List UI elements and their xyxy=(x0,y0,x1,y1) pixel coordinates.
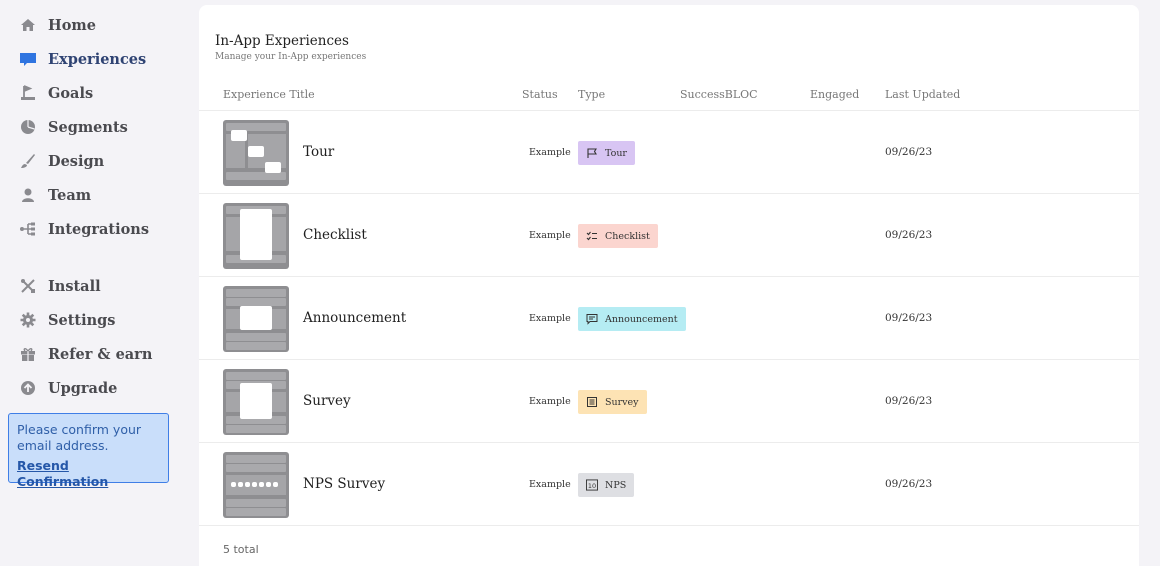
svg-text:10: 10 xyxy=(588,482,596,490)
sidebar-item-label: Home xyxy=(48,16,96,34)
sidebar-item-label: Experiences xyxy=(48,50,147,68)
row-title[interactable]: Announcement xyxy=(303,310,406,326)
column-header-engaged[interactable]: Engaged xyxy=(810,88,859,101)
tour-thumbnail xyxy=(223,120,289,186)
status-badge: Example xyxy=(529,479,571,490)
column-header-title[interactable]: Experience Title xyxy=(223,88,315,101)
type-badge: Announcement xyxy=(578,307,686,331)
upgrade-arrow-icon xyxy=(18,378,38,398)
sidebar-item-home[interactable]: Home xyxy=(18,12,96,38)
sidebar-item-label: Settings xyxy=(48,311,116,329)
sidebar-item-upgrade[interactable]: Upgrade xyxy=(18,375,117,401)
announcement-thumbnail xyxy=(223,286,289,352)
sidebar-item-label: Integrations xyxy=(48,220,150,238)
sidebar-item-label: Refer & earn xyxy=(48,345,153,363)
type-badge: 10 NPS xyxy=(578,473,635,497)
brush-icon xyxy=(18,151,38,171)
row-title[interactable]: Tour xyxy=(303,144,334,160)
pie-chart-icon xyxy=(18,117,38,137)
checklist-icon xyxy=(586,230,598,242)
status-badge: Example xyxy=(529,147,571,158)
type-badge: Survey xyxy=(578,390,647,414)
sidebar-item-segments[interactable]: Segments xyxy=(18,114,128,140)
email-confirmation-notice: Please confirm your email address. Resen… xyxy=(8,413,169,489)
total-count: 5 total xyxy=(223,543,259,556)
table-row[interactable]: Checklist Example Checklist 09/26/23 xyxy=(199,193,1139,276)
sidebar-item-label: Install xyxy=(48,277,101,295)
nps-icon: 10 xyxy=(586,479,598,491)
table-row[interactable]: Announcement Example Announcement 09/26/… xyxy=(199,276,1139,359)
column-header-type[interactable]: Type xyxy=(578,88,605,101)
last-updated: 09/26/23 xyxy=(885,395,933,407)
sidebar-item-design[interactable]: Design xyxy=(18,148,104,174)
page-title: In-App Experiences xyxy=(215,33,349,49)
checklist-thumbnail xyxy=(223,203,289,269)
type-label: Survey xyxy=(605,396,639,408)
type-label: Tour xyxy=(605,147,627,159)
goal-flag-icon xyxy=(18,83,38,103)
chat-bubble-icon xyxy=(18,49,38,69)
type-badge: Tour xyxy=(578,141,635,165)
table-row[interactable]: Tour Example Tour 09/26/23 xyxy=(199,110,1139,193)
type-badge: Checklist xyxy=(578,224,658,248)
survey-icon xyxy=(586,396,598,408)
status-badge: Example xyxy=(529,396,571,407)
table-divider xyxy=(199,525,1139,526)
page-subtitle: Manage your In-App experiences xyxy=(215,52,367,62)
sidebar-item-label: Goals xyxy=(48,84,94,102)
type-label: NPS xyxy=(605,479,627,491)
type-label: Checklist xyxy=(605,230,650,242)
type-label: Announcement xyxy=(605,313,678,325)
sidebar: Home Experiences Goals Segments Design T… xyxy=(0,0,190,566)
row-title[interactable]: Survey xyxy=(303,393,351,409)
resend-confirmation-link[interactable]: Resend Confirmation xyxy=(17,458,160,490)
sidebar-item-label: Design xyxy=(48,152,105,170)
survey-thumbnail xyxy=(223,369,289,435)
column-header-status[interactable]: Status xyxy=(522,88,558,101)
sidebar-item-settings[interactable]: Settings xyxy=(18,307,115,333)
experiences-card: In-App Experiences Manage your In-App ex… xyxy=(199,5,1139,566)
sidebar-item-team[interactable]: Team xyxy=(18,182,91,208)
flag-icon xyxy=(586,147,598,159)
nps-survey-thumbnail xyxy=(223,452,289,518)
status-badge: Example xyxy=(529,230,571,241)
sidebar-item-install[interactable]: Install xyxy=(18,273,101,299)
gift-icon xyxy=(18,344,38,364)
home-icon xyxy=(18,15,38,35)
sidebar-item-integrations[interactable]: Integrations xyxy=(18,216,149,242)
table-row[interactable]: Survey Example Survey 09/26/23 xyxy=(199,359,1139,442)
last-updated: 09/26/23 xyxy=(885,478,933,490)
notice-text: Please confirm your email address. xyxy=(17,422,142,453)
tools-icon xyxy=(18,276,38,296)
last-updated: 09/26/23 xyxy=(885,312,933,324)
last-updated: 09/26/23 xyxy=(885,146,933,158)
last-updated: 09/26/23 xyxy=(885,229,933,241)
table-row[interactable]: NPS Survey Example 10 NPS 09/26/23 xyxy=(199,442,1139,525)
row-title[interactable]: NPS Survey xyxy=(303,476,385,492)
sidebar-item-goals[interactable]: Goals xyxy=(18,80,93,106)
status-badge: Example xyxy=(529,313,571,324)
column-header-last-updated[interactable]: Last Updated xyxy=(885,88,960,101)
user-icon xyxy=(18,185,38,205)
sidebar-item-label: Team xyxy=(48,186,92,204)
sidebar-item-refer[interactable]: Refer & earn xyxy=(18,341,152,367)
column-header-successbloc[interactable]: SuccessBLOC xyxy=(680,88,758,101)
integrations-icon xyxy=(18,219,38,239)
message-icon xyxy=(586,313,598,325)
sidebar-item-label: Upgrade xyxy=(48,379,118,397)
row-title[interactable]: Checklist xyxy=(303,227,367,243)
gear-icon xyxy=(18,310,38,330)
sidebar-item-label: Segments xyxy=(48,118,128,136)
sidebar-item-experiences[interactable]: Experiences xyxy=(18,46,146,72)
